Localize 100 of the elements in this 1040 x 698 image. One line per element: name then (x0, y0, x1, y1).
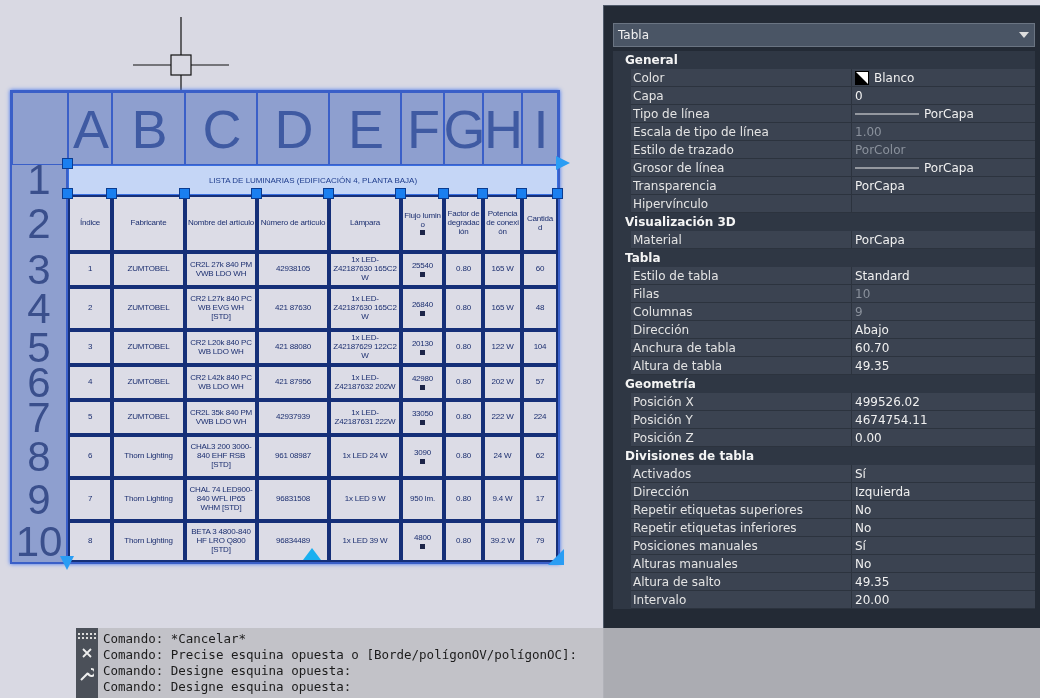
property-label: Repetir etiquetas inferiores (631, 519, 852, 536)
table-cell: 0.80 (444, 330, 483, 365)
property-value[interactable]: Sí (852, 537, 1035, 554)
property-label: Altura de tabla (631, 357, 852, 374)
table-cell: 17 (522, 478, 558, 521)
table-cell: 48 (522, 287, 558, 330)
property-value[interactable]: No (852, 501, 1035, 518)
grip-dots-icon[interactable] (78, 633, 96, 639)
table-cell: 60 (522, 252, 558, 287)
row-number: 1 (12, 165, 68, 195)
command-history-line: Comando: Designe esquina opuesta: (103, 663, 353, 679)
square-mark-icon (420, 349, 425, 355)
grip-handle[interactable] (395, 188, 406, 199)
table-cell: 4 (68, 365, 112, 400)
table-cell: 1x LED 39 W (329, 521, 401, 562)
property-value[interactable]: 0.00 (852, 429, 1035, 446)
table-cell: 96831508 (257, 478, 329, 521)
value-text: PorCapa (924, 160, 974, 175)
property-label: Columnas (631, 303, 852, 320)
value-text: 49.35 (855, 574, 890, 589)
value-text: PorCapa (855, 232, 905, 247)
row-number: 8 (12, 435, 68, 478)
table-cell: CHAL3 200 3000-840 EHF RSB [STD] (185, 435, 257, 478)
table-cell: 421 87630 (257, 287, 329, 330)
square-mark-icon (420, 384, 425, 390)
property-value[interactable]: Izquierda (852, 483, 1035, 500)
property-value[interactable]: 4674754.11 (852, 411, 1035, 428)
property-label: Escala de tipo de línea (631, 123, 852, 140)
arrow-grip-icon[interactable] (548, 549, 564, 565)
arrow-grip-icon[interactable] (556, 156, 570, 170)
grip-handle[interactable] (477, 188, 488, 199)
property-value[interactable]: Abajo (852, 321, 1035, 338)
object-type-dropdown[interactable]: Tabla (613, 23, 1035, 47)
property-value[interactable]: PorCapa (852, 105, 1035, 122)
grip-handle[interactable] (438, 188, 449, 199)
table-cell: Thorn Lighting (112, 435, 185, 478)
cell-text: 3090 (414, 449, 431, 458)
property-value[interactable]: 20.00 (852, 591, 1035, 608)
table-cell: 57 (522, 365, 558, 400)
property-value[interactable]: PorCapa (852, 159, 1035, 176)
table-cell: 0.80 (444, 435, 483, 478)
value-text: Izquierda (855, 484, 911, 499)
property-label: Material (631, 231, 852, 248)
row-number: 6 (12, 365, 68, 400)
property-value[interactable]: 499526.02 (852, 393, 1035, 410)
table-selection[interactable] (10, 90, 560, 564)
property-value[interactable]: Sí (852, 465, 1035, 482)
value-text: 49.35 (855, 358, 890, 373)
table-cell: ZUMTOBEL (112, 330, 185, 365)
cell-text: 950 lm. (410, 495, 435, 504)
table-cell: 122 W (483, 330, 522, 365)
cell-text: 4800 (414, 534, 431, 543)
square-mark-icon (420, 230, 425, 236)
table-cell: 1x LED-Z42187629 122C2 W (329, 330, 401, 365)
arrow-grip-icon[interactable] (60, 556, 74, 570)
property-value[interactable]: PorCapa (852, 177, 1035, 194)
grip-handle[interactable] (323, 188, 334, 199)
cell-text: 26840 (411, 301, 434, 310)
property-value[interactable]: 60.70 (852, 339, 1035, 356)
property-value[interactable]: No (852, 555, 1035, 572)
property-value[interactable]: Standard (852, 267, 1035, 284)
table-cell: Nombre del artículo (185, 195, 257, 252)
property-label: Grosor de línea (631, 159, 852, 176)
property-value[interactable]: PorCapa (852, 231, 1035, 248)
grip-handle[interactable] (106, 188, 117, 199)
property-value[interactable]: 0 (852, 87, 1035, 104)
property-value[interactable]: Blanco (852, 69, 1035, 86)
row-number: 4 (12, 287, 68, 330)
close-icon[interactable] (82, 648, 92, 658)
grip-handle[interactable] (552, 188, 563, 199)
property-label: Intervalo (631, 591, 852, 608)
line-sample-icon (855, 164, 919, 171)
table-cell: Número de artículo (257, 195, 329, 252)
table-cell: 0.80 (444, 365, 483, 400)
grip-handle[interactable] (251, 188, 262, 199)
row-number: 3 (12, 252, 68, 287)
table-title: LISTA DE LUMINARIAS (EDIFICACIÓN 4, PLANTA BAJA) (68, 165, 558, 195)
grip-handle[interactable] (179, 188, 190, 199)
property-value[interactable]: 49.35 (852, 573, 1035, 590)
grip-handle[interactable] (516, 188, 527, 199)
table-cell: Potencia de conexión (483, 195, 522, 252)
value-text: 20.00 (855, 592, 890, 607)
table-cell: 79 (522, 521, 558, 562)
property-value[interactable]: No (852, 519, 1035, 536)
table-cell: CR2L 27k 840 PM VWB LDO WH (185, 252, 257, 287)
table-cell: Factor de degradación (444, 195, 483, 252)
property-value[interactable]: 49.35 (852, 357, 1035, 374)
cell-text: Flujo lumino (404, 211, 441, 230)
table-cell: 104 (522, 330, 558, 365)
table-cell: Thorn Lighting (112, 521, 185, 562)
line-sample-icon (855, 110, 919, 117)
square-mark-icon (420, 271, 425, 277)
arrow-grip-icon[interactable] (303, 548, 321, 560)
square-mark-icon (420, 543, 425, 549)
grip-handle[interactable] (62, 158, 73, 169)
command-history-line: Comando: *Cancelar* (103, 631, 247, 647)
grip-handle[interactable] (62, 188, 73, 199)
table-cell: Thorn Lighting (112, 478, 185, 521)
property-label: Tipo de línea (631, 105, 852, 122)
property-label: Estilo de tabla (631, 267, 852, 284)
